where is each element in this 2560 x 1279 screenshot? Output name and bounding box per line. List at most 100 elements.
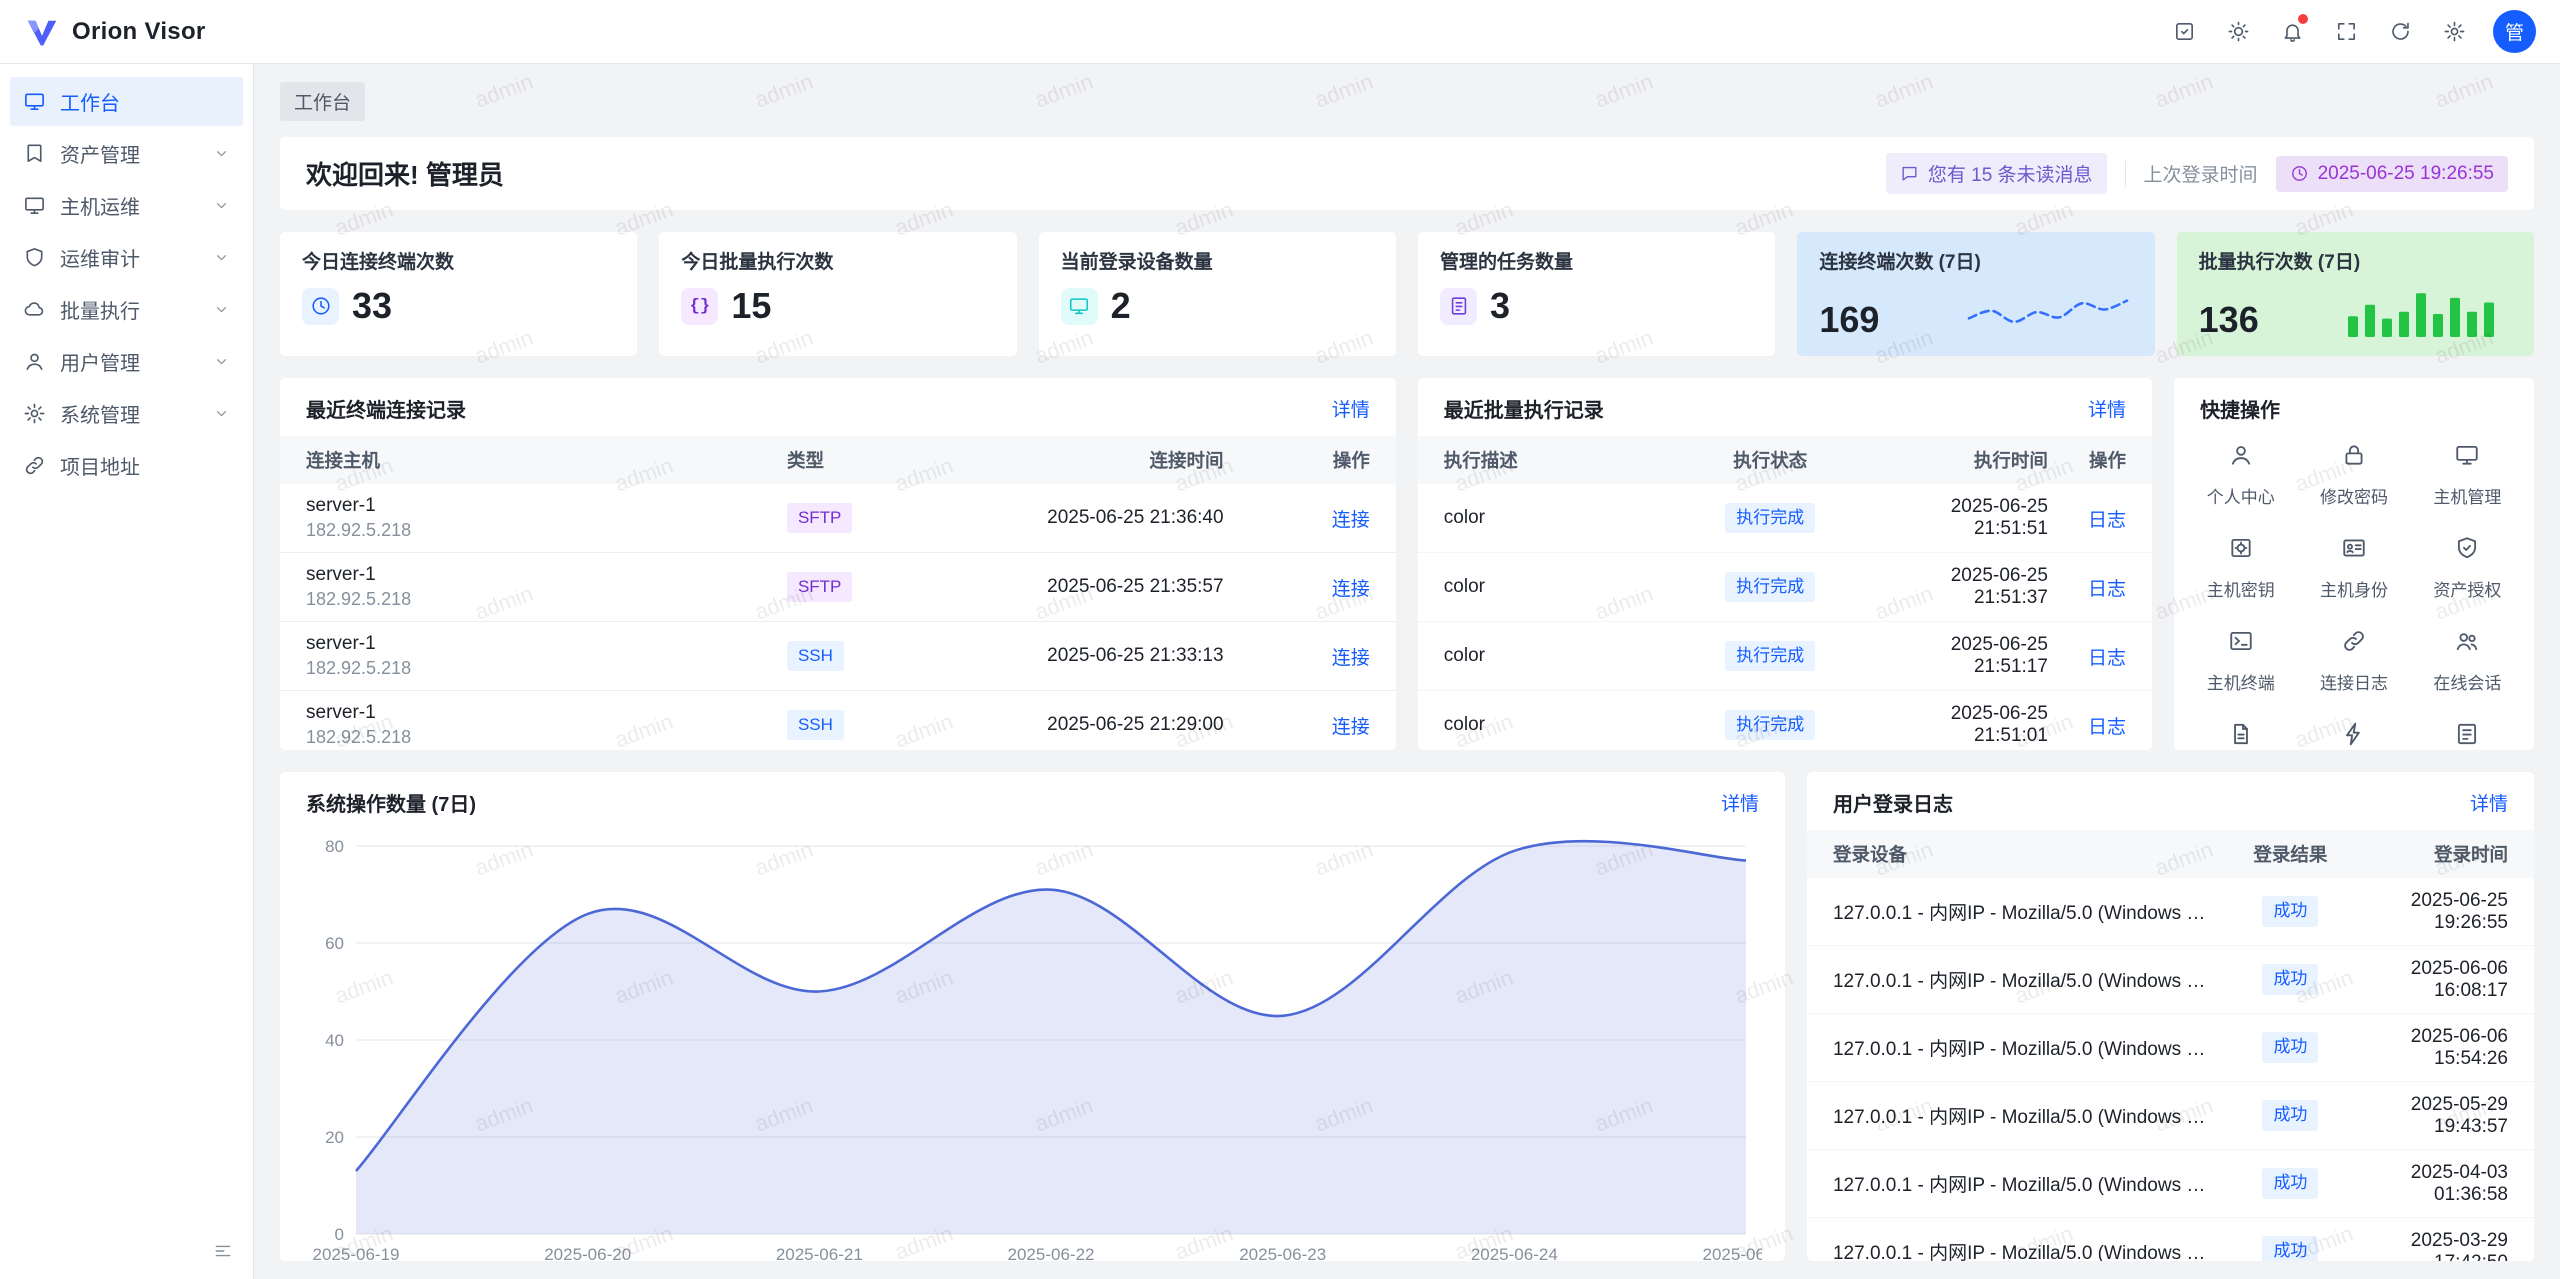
header-actions: 管 (2163, 10, 2536, 53)
connect-link[interactable]: 连接 (1332, 717, 1370, 738)
exec-log-link[interactable]: 日志 (2088, 717, 2126, 738)
link-icon (2341, 628, 2367, 660)
svg-text:2025-06-19: 2025-06-19 (313, 1245, 400, 1261)
connect-link[interactable]: 连接 (1332, 648, 1370, 669)
breadcrumb[interactable]: 工作台 (280, 82, 365, 121)
exec-log-link[interactable]: 日志 (2088, 510, 2126, 531)
terminal-sparkline-chart (1963, 285, 2133, 341)
exec-time: 2025-06-25 21:51:01 (1858, 691, 2064, 751)
login-time: 2025-06-06 16:08:17 (2352, 946, 2534, 1014)
exec-time: 2025-06-25 21:51:51 (1858, 484, 2064, 553)
exec-desc: color (1418, 691, 1682, 751)
quick-action-shieldcheck[interactable]: 资产授权 (2411, 535, 2524, 601)
exec-status-tag: 执行完成 (1725, 503, 1815, 534)
sidebar-item-label: 系统管理 (60, 399, 199, 428)
login-result-tag: 成功 (2262, 1236, 2318, 1261)
host-ip: 182.92.5.218 (306, 589, 755, 610)
sidebar-item-6[interactable]: 用户管理 (10, 337, 243, 386)
connect-link[interactable]: 连接 (1332, 510, 1370, 531)
stat-label: 今日批量执行次数 (681, 247, 994, 274)
last-login-time: 2025-06-25 19:26:55 (2318, 163, 2494, 185)
exec-details-link[interactable]: 详情 (2088, 395, 2126, 422)
notifications-icon[interactable] (2271, 11, 2313, 53)
last-login-time-badge: 2025-06-25 19:26:55 (2276, 156, 2508, 192)
bolt-icon (2341, 721, 2367, 750)
sidebar: 工作台资产管理主机运维运维审计批量执行用户管理系统管理项目地址 (0, 64, 254, 1279)
terminal-row: server-1182.92.5.218SSH2025-06-25 21:33:… (280, 622, 1396, 691)
login-row: 127.0.0.1 - 内网IP - Mozilla/5.0 (Windows … (1807, 1218, 2534, 1262)
chevron-down-icon (213, 197, 230, 214)
quick-action-monitor[interactable]: 主机管理 (2411, 442, 2524, 508)
exec-log-link[interactable]: 日志 (2088, 648, 2126, 669)
connect-link[interactable]: 连接 (1332, 579, 1370, 600)
sidebar-item-7[interactable]: 系统管理 (10, 389, 243, 438)
login-device: 127.0.0.1 - 内网IP - Mozilla/5.0 (Windows … (1807, 1150, 2229, 1218)
protocol-tag: SFTP (787, 572, 852, 603)
user-avatar[interactable]: 管 (2493, 10, 2536, 53)
login-log-card: 用户登录日志 详情 登录设备登录结果登录时间127.0.0.1 - 内网IP -… (1807, 772, 2534, 1261)
stats-row: 今日连接终端次数33今日批量执行次数{}15当前登录设备数量2管理的任务数量3连… (280, 232, 2534, 356)
chevron-down-icon (213, 405, 230, 422)
quick-action-label: 个人中心 (2207, 483, 2275, 508)
login-row: 127.0.0.1 - 内网IP - Mozilla/5.0 (Windows … (1807, 1014, 2534, 1082)
sidebar-item-5[interactable]: 批量执行 (10, 285, 243, 334)
quick-action-safe[interactable]: 主机密钥 (2184, 535, 2297, 601)
exec-row: color 执行完成 2025-06-25 21:51:51 日志 (1418, 484, 2152, 553)
stat-value: 15 (731, 285, 771, 327)
apps-icon[interactable] (2163, 11, 2205, 53)
login-result-tag: 成功 (2262, 964, 2318, 995)
welcome-title: 欢迎回来! 管理员 (306, 155, 504, 192)
doc-icon (1440, 288, 1477, 325)
quick-action-loglist[interactable]: 执行日志 (2411, 721, 2524, 750)
welcome-meta: 您有 15 条未读消息 上次登录时间 2025-06-25 19:26:55 (1886, 153, 2508, 194)
login-result-tag: 成功 (2262, 1168, 2318, 1199)
stat-value: 136 (2199, 299, 2259, 341)
host-name: server-1 (306, 702, 755, 724)
chevron-down-icon (213, 301, 230, 318)
theme-toggle-icon[interactable] (2217, 11, 2259, 53)
exec-time: 2025-06-25 21:51:17 (1858, 622, 2064, 691)
middle-row: 最近终端连接记录 详情 连接主机类型连接时间操作server-1182.92.5… (280, 378, 2534, 750)
fullscreen-icon[interactable] (2325, 11, 2367, 53)
sidebar-item-3[interactable]: 主机运维 (10, 181, 243, 230)
link-icon (23, 454, 46, 477)
refresh-icon[interactable] (2379, 11, 2421, 53)
gear-icon (23, 402, 46, 425)
connect-time: 2025-06-25 21:29:00 (949, 691, 1239, 751)
quick-action-terminal[interactable]: 主机终端 (2184, 628, 2297, 694)
loglist-icon (2454, 721, 2480, 750)
sidebar-item-4[interactable]: 运维审计 (10, 233, 243, 282)
monitor-icon (1061, 288, 1098, 325)
last-login-label: 上次登录时间 (2144, 160, 2258, 187)
sidebar-item-1[interactable]: 工作台 (10, 77, 243, 126)
quick-ops-title: 快捷操作 (2200, 394, 2280, 423)
login-details-link[interactable]: 详情 (2470, 789, 2508, 816)
sidebar-item-2[interactable]: 资产管理 (10, 129, 243, 178)
login-log-table: 登录设备登录结果登录时间127.0.0.1 - 内网IP - Mozilla/5… (1807, 830, 2534, 1261)
quick-action-idcard[interactable]: 主机身份 (2297, 535, 2410, 601)
quick-action-label: 主机管理 (2433, 483, 2501, 508)
chart-details-link[interactable]: 详情 (1721, 789, 1759, 816)
sidebar-item-8[interactable]: 项目地址 (10, 441, 243, 490)
svg-text:40: 40 (325, 1031, 344, 1050)
quick-action-user[interactable]: 个人中心 (2184, 442, 2297, 508)
exec-desc: color (1418, 484, 1682, 553)
quick-action-lock[interactable]: 修改密码 (2297, 442, 2410, 508)
sidebar-collapse-button[interactable] (207, 1235, 239, 1267)
stat-value: 169 (1819, 299, 1879, 341)
quick-action-file[interactable]: 文件操作日志 (2184, 721, 2297, 750)
settings-icon[interactable] (2433, 11, 2475, 53)
quick-action-link[interactable]: 连接日志 (2297, 628, 2410, 694)
terminal-details-link[interactable]: 详情 (1332, 395, 1370, 422)
quick-action-users[interactable]: 在线会话 (2411, 628, 2524, 694)
app-brand[interactable]: Orion Visor (24, 14, 206, 50)
protocol-tag: SSH (787, 641, 844, 672)
svg-text:2025-06-20: 2025-06-20 (544, 1245, 631, 1261)
unread-messages-badge[interactable]: 您有 15 条未读消息 (1886, 153, 2107, 194)
exec-row: color执行完成2025-06-25 21:51:01日志 (1418, 691, 2152, 751)
login-result-tag: 成功 (2262, 896, 2318, 927)
quick-action-bolt[interactable]: 命令执行 (2297, 721, 2410, 750)
divider (2125, 161, 2126, 187)
host-name: server-1 (306, 564, 755, 586)
exec-log-link[interactable]: 日志 (2088, 579, 2126, 600)
